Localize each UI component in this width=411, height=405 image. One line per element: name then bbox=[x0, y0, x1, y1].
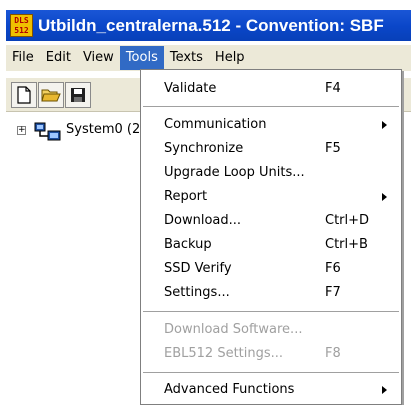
menu-file[interactable]: File bbox=[6, 46, 40, 70]
menu-item-shortcut: F5 bbox=[325, 141, 341, 156]
title-bar: DLS 512 Utbildn_centralerna.512 - Conven… bbox=[6, 10, 411, 41]
menu-item-download[interactable]: Download... Ctrl+D bbox=[141, 210, 401, 232]
menu-item-label: EBL512 Settings... bbox=[164, 346, 284, 361]
menu-item-label: Backup bbox=[164, 237, 212, 252]
menu-item-label: Upgrade Loop Units... bbox=[164, 165, 305, 180]
menu-edit[interactable]: Edit bbox=[40, 46, 77, 70]
menu-item-shortcut: Ctrl+B bbox=[325, 237, 368, 252]
network-system-icon bbox=[34, 122, 61, 141]
menu-item-report[interactable]: Report bbox=[141, 186, 401, 208]
tree-item-system0[interactable]: System0 (2 bbox=[66, 122, 140, 137]
menu-bar: File Edit View Tools Texts Help bbox=[6, 45, 411, 71]
menu-item-label: Synchronize bbox=[164, 141, 244, 156]
submenu-arrow-icon bbox=[382, 386, 387, 394]
menu-item-shortcut: F6 bbox=[325, 261, 341, 276]
menu-item-shortcut: F8 bbox=[325, 346, 341, 361]
menu-texts[interactable]: Texts bbox=[164, 46, 209, 70]
menu-item-shortcut: F7 bbox=[325, 285, 341, 300]
submenu-arrow-icon bbox=[382, 193, 387, 201]
tools-menu: Validate F4 Communication Synchronize F5… bbox=[140, 69, 402, 405]
menu-item-label: Communication bbox=[164, 117, 267, 132]
menu-separator bbox=[143, 106, 399, 108]
window-title: Utbildn_centralerna.512 - Convention: SB… bbox=[38, 15, 384, 35]
menu-item-label: Advanced Functions bbox=[164, 382, 295, 397]
menu-item-label: Download Software... bbox=[164, 322, 303, 337]
menu-item-shortcut: Ctrl+D bbox=[325, 213, 370, 228]
menu-item-communication[interactable]: Communication bbox=[141, 114, 401, 136]
menu-item-backup[interactable]: Backup Ctrl+B bbox=[141, 234, 401, 256]
app-logo-text-top: DLS bbox=[14, 15, 29, 25]
menu-item-ssd-verify[interactable]: SSD Verify F6 bbox=[141, 258, 401, 280]
menu-item-label: Report bbox=[164, 189, 208, 204]
save-button[interactable] bbox=[65, 82, 91, 108]
menu-separator bbox=[143, 311, 399, 313]
menu-help[interactable]: Help bbox=[209, 46, 251, 70]
menu-item-ebl512-settings[interactable]: EBL512 Settings... F8 bbox=[141, 343, 401, 365]
menu-item-label: Validate bbox=[164, 81, 217, 96]
menu-item-download-software[interactable]: Download Software... bbox=[141, 319, 401, 341]
menu-view[interactable]: View bbox=[77, 46, 120, 70]
menu-item-synchronize[interactable]: Synchronize F5 bbox=[141, 138, 401, 160]
menu-item-shortcut: F4 bbox=[325, 81, 341, 96]
menu-item-label: Settings... bbox=[164, 285, 230, 300]
menu-tools[interactable]: Tools bbox=[119, 46, 164, 70]
new-document-icon bbox=[17, 86, 31, 104]
app-logo-icon: DLS 512 bbox=[10, 14, 33, 37]
open-button[interactable] bbox=[38, 82, 64, 108]
save-disk-icon bbox=[71, 88, 85, 102]
menu-item-label: SSD Verify bbox=[164, 261, 232, 276]
tree-expander[interactable]: + bbox=[17, 126, 26, 135]
open-folder-icon bbox=[41, 89, 61, 102]
menu-item-validate[interactable]: Validate F4 bbox=[141, 78, 401, 100]
menu-item-advanced-functions[interactable]: Advanced Functions bbox=[141, 379, 401, 401]
new-document-button[interactable] bbox=[11, 82, 37, 108]
menu-item-upgrade-loop-units[interactable]: Upgrade Loop Units... bbox=[141, 162, 401, 184]
menu-item-settings[interactable]: Settings... F7 bbox=[141, 282, 401, 304]
submenu-arrow-icon bbox=[382, 121, 387, 129]
menu-item-label: Download... bbox=[164, 213, 242, 228]
app-logo-text-bottom: 512 bbox=[14, 25, 29, 35]
menu-separator bbox=[143, 372, 399, 374]
